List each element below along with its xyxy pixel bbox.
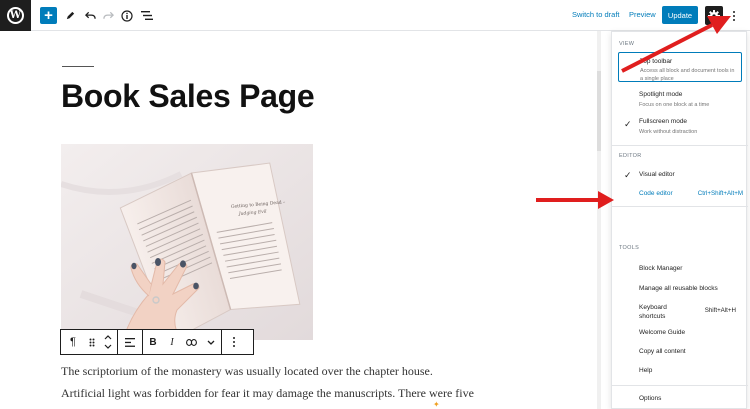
- annotation-arrow-to-menu: [621, 16, 731, 73]
- annotation-arrows: [536, 16, 731, 209]
- annotation-arrow-to-code-editor: [536, 191, 614, 209]
